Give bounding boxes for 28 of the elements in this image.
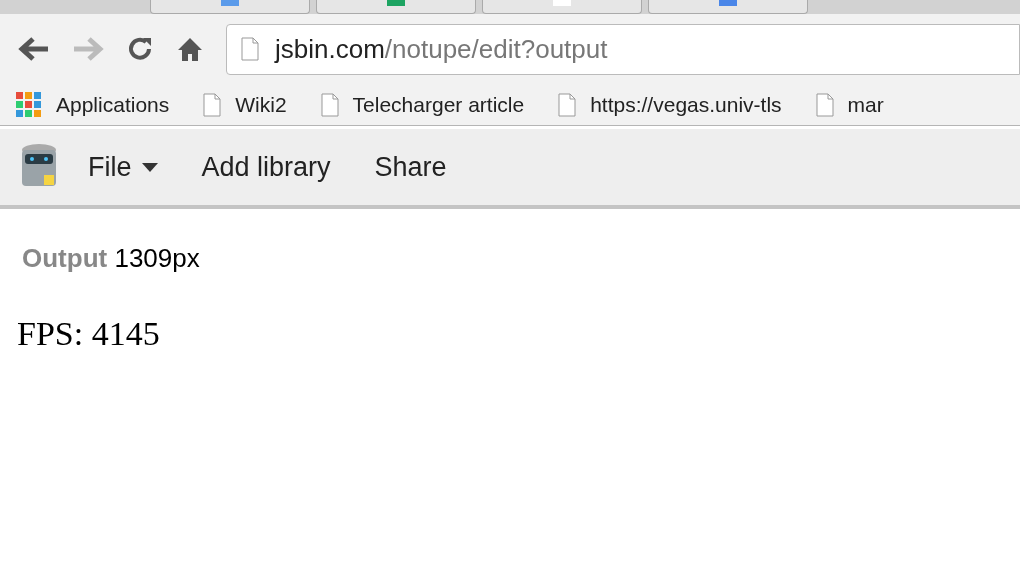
- page-icon: [558, 92, 577, 117]
- browser-tab[interactable]: [482, 0, 642, 14]
- bookmark[interactable]: https://vegas.univ-tls: [558, 88, 782, 121]
- output-width: 1309px: [114, 243, 200, 273]
- back-icon[interactable]: [18, 36, 50, 62]
- address-bar[interactable]: jsbin.com/notupe/edit?output: [226, 23, 1020, 75]
- bookmark[interactable]: Telecharger article: [320, 88, 525, 121]
- apps-grid-icon: [16, 91, 42, 118]
- bookmark[interactable]: Applications: [16, 88, 170, 121]
- bookmark[interactable]: mar: [815, 88, 884, 121]
- browser-tab[interactable]: [150, 0, 310, 14]
- page-icon: [241, 37, 259, 61]
- menu-item[interactable]: Add library: [201, 146, 331, 188]
- fps-counter: FPS: 4145: [17, 314, 160, 354]
- browser-tab[interactable]: [648, 0, 808, 14]
- output-label: Output: [22, 243, 108, 273]
- page-icon: [320, 92, 339, 117]
- page-icon: [203, 92, 222, 117]
- browser-tab[interactable]: [316, 0, 476, 14]
- url-text: jsbin.com/notupe/edit?output: [275, 32, 608, 66]
- bookmark[interactable]: Wiki2: [203, 88, 287, 121]
- caret-icon: [141, 162, 158, 172]
- menu-item[interactable]: File: [88, 146, 158, 188]
- home-icon[interactable]: [176, 36, 204, 62]
- page-icon: [815, 92, 834, 117]
- reload-icon[interactable]: [126, 35, 154, 63]
- forward-icon[interactable]: [72, 36, 104, 62]
- menu-item[interactable]: Share: [374, 146, 447, 188]
